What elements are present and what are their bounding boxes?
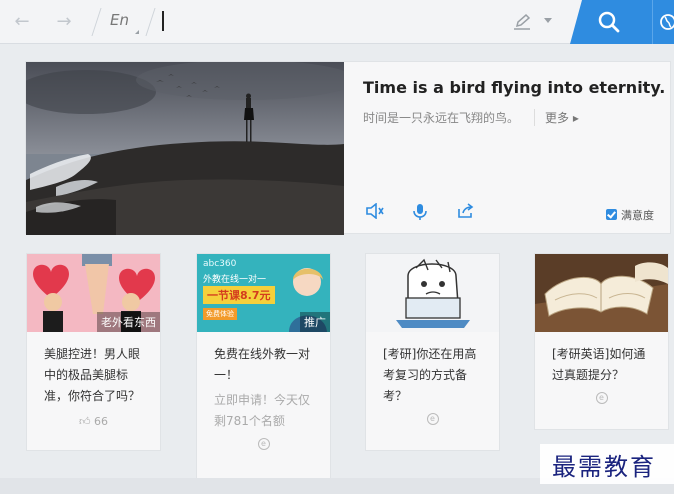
- ad-badge: 推广: [300, 312, 330, 332]
- satisfaction-checkbox[interactable]: 满意度: [606, 207, 654, 223]
- language-selector[interactable]: En: [110, 11, 129, 29]
- forward-arrow-icon[interactable]: →: [54, 12, 74, 32]
- ad-price: 一节课8.7元: [203, 286, 275, 304]
- back-arrow-icon[interactable]: ←: [12, 12, 32, 32]
- article-card[interactable]: [考研]你还在用高考复习的方式备考？ e: [365, 253, 500, 451]
- language-dropdown-corner-icon: [135, 30, 139, 34]
- chevron-down-icon[interactable]: [544, 18, 552, 23]
- globe-button[interactable]: [652, 0, 674, 44]
- globe-icon: [660, 14, 674, 30]
- article-card[interactable]: 老外看东西 美腿控进！男人眼中的极品美腿标准，你符合了吗？ 👍︎ 66: [26, 253, 161, 451]
- card-title[interactable]: [考研]你还在用高考复习的方式备考？: [366, 332, 499, 407]
- top-toolbar: ← → En: [0, 0, 674, 44]
- handwriting-pen-icon[interactable]: [512, 13, 532, 35]
- search-input[interactable]: [160, 8, 500, 36]
- divider: [91, 8, 102, 36]
- ad-card[interactable]: abc360 外教在线一对一 一节课8.7元 免费体验 推广 免费在线外教一对一…: [196, 253, 331, 482]
- card-thumbnail: [366, 254, 499, 332]
- card-thumbnail: [535, 254, 668, 332]
- sea-cliff-photo: [26, 62, 344, 235]
- satisfaction-label: 满意度: [621, 209, 654, 222]
- card-badge: 老外看东西: [97, 312, 160, 332]
- article-card[interactable]: [考研英语]如何通过真题提分？ e: [534, 253, 669, 430]
- card-thumbnail: abc360 外教在线一对一 一节课8.7元 免费体验 推广: [197, 254, 330, 332]
- e-logo-icon: e: [257, 438, 270, 450]
- daily-sentence-card: Time is a bird flying into eternity. 时间是…: [25, 61, 671, 235]
- e-logo-icon: e: [426, 413, 439, 425]
- checkbox-checked-icon: [606, 209, 617, 220]
- like-count[interactable]: 👍︎ 66: [27, 415, 160, 428]
- speaker-icon[interactable]: [366, 202, 384, 223]
- daily-sentence-english[interactable]: Time is a bird flying into eternity.: [363, 78, 665, 97]
- like-count-value: 66: [94, 415, 108, 428]
- card-title[interactable]: 免费在线外教一对一！: [197, 332, 330, 386]
- daily-sentence-chinese: 时间是一只永远在飞翔的鸟。: [363, 111, 520, 125]
- card-thumbnail: 老外看东西: [27, 254, 160, 332]
- ad-brand: abc360: [203, 259, 237, 269]
- thumbs-up-icon: 👍︎: [79, 415, 91, 428]
- card-title[interactable]: [考研英语]如何通过真题提分？: [535, 332, 668, 386]
- more-link[interactable]: 更多 ▸: [534, 109, 579, 126]
- card-title[interactable]: 美腿控进！男人眼中的极品美腿标准，你符合了吗？: [27, 332, 160, 407]
- watermark-logo: 最需教育: [540, 444, 674, 484]
- e-logo-icon: e: [595, 392, 608, 404]
- ad-try-button[interactable]: 免费体验: [203, 308, 237, 320]
- divider: [145, 8, 156, 36]
- card-subtitle: 立即申请！今天仅剩781个名额: [214, 393, 311, 428]
- search-button[interactable]: [570, 0, 652, 44]
- watermark-text: 最需教育: [552, 453, 656, 481]
- ad-line: 外教在线一对一: [203, 275, 267, 285]
- text-caret: [162, 11, 164, 31]
- microphone-icon[interactable]: [413, 203, 427, 225]
- search-icon: [598, 11, 620, 33]
- share-icon[interactable]: [457, 203, 475, 223]
